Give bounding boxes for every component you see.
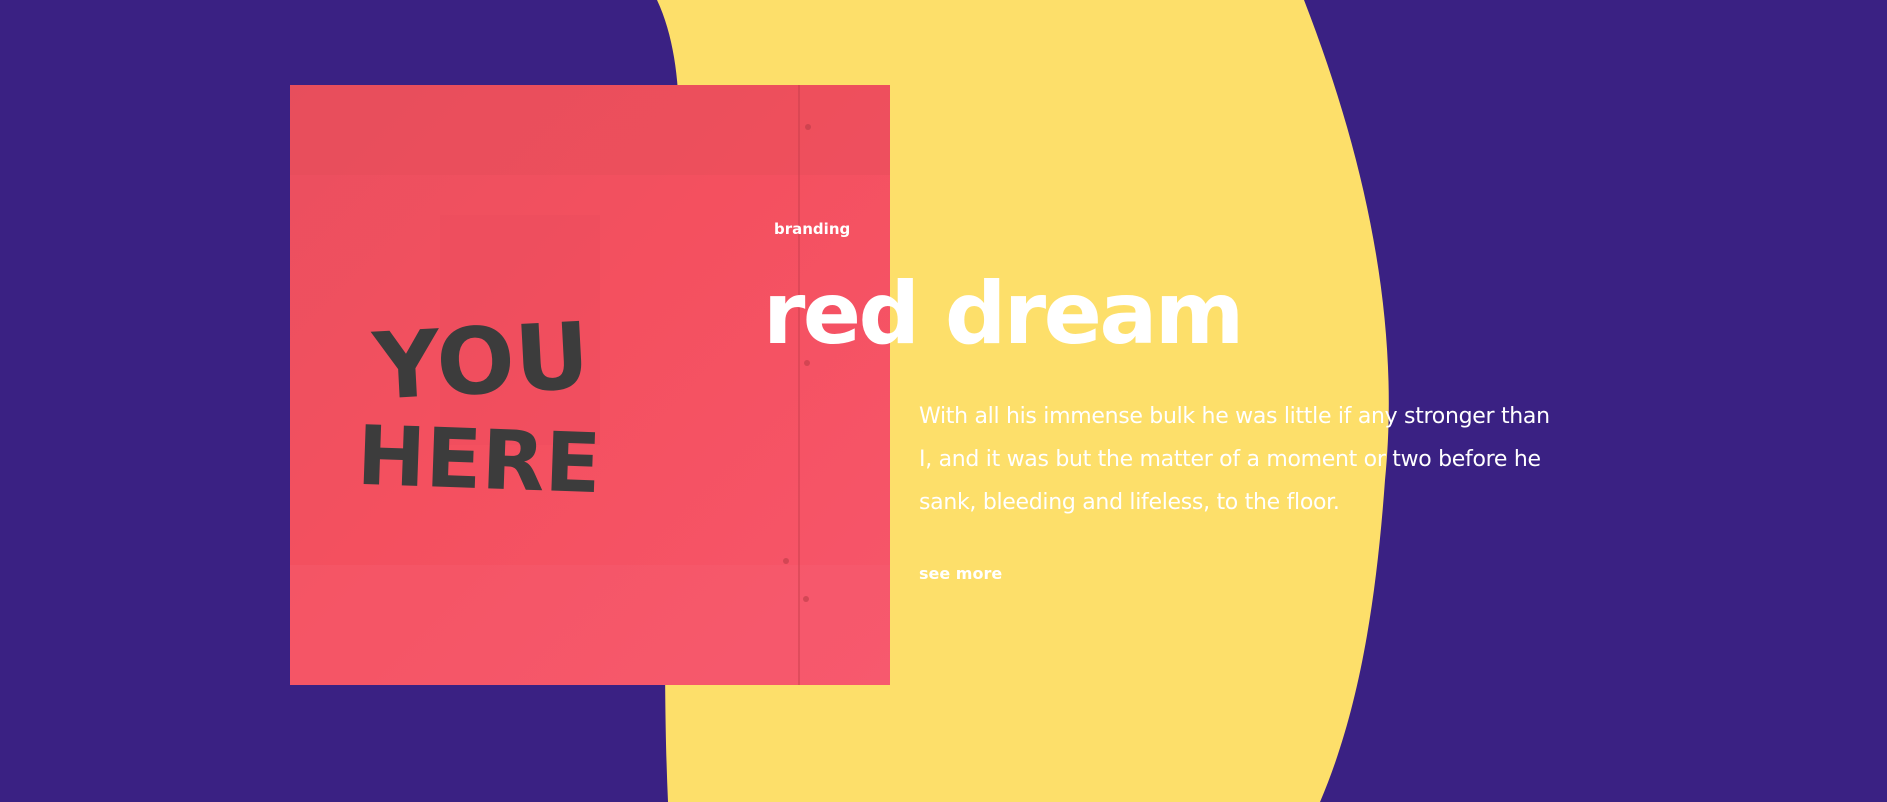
project-image[interactable]: YOU HERE	[290, 85, 890, 685]
hero-section: YOU HERE branding red dream With all his…	[0, 0, 1887, 802]
project-category: branding	[774, 220, 851, 238]
project-description: With all his immense bulk he was little …	[919, 404, 1550, 515]
project-title: red dream	[763, 264, 1244, 364]
painted-text-here: HERE	[355, 409, 602, 512]
see-more-link[interactable]: see more	[919, 563, 1002, 585]
painted-text-you: YOU	[370, 302, 593, 420]
